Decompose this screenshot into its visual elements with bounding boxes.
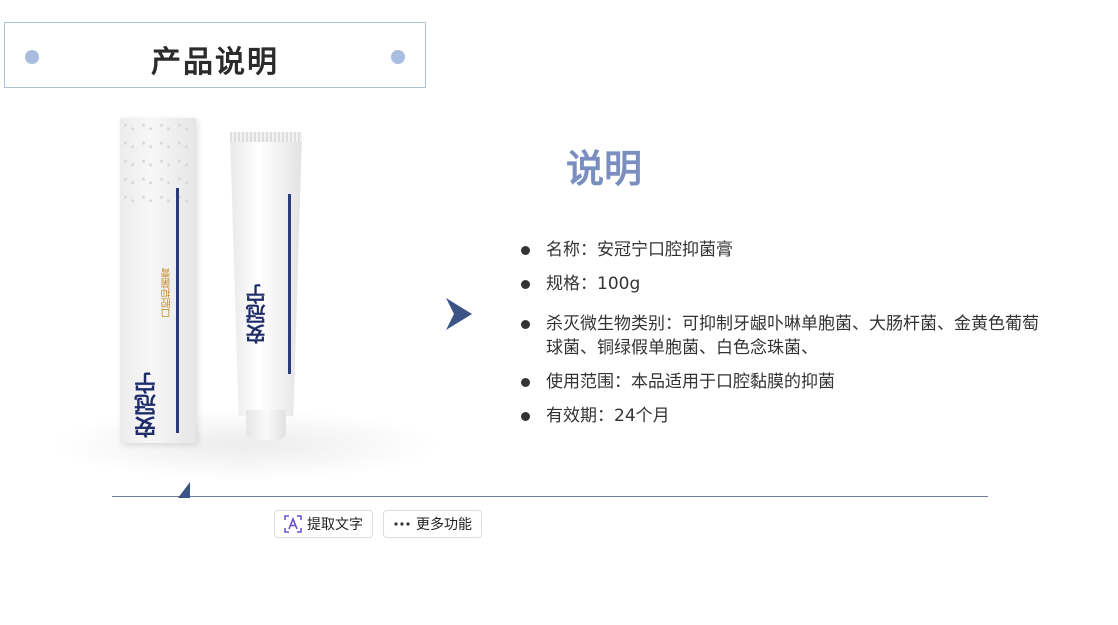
tube-stripe [288, 194, 291, 374]
box-stripe [176, 188, 179, 433]
extract-text-label: 提取文字 [307, 517, 363, 533]
tube-cap [246, 410, 286, 440]
title-dot-right [391, 50, 405, 64]
bottom-divider [112, 496, 988, 497]
more-dots-icon [394, 522, 410, 526]
list-item: 名称：安冠宁口腔抑菌膏 [520, 238, 1040, 262]
tube-brand: 安冠宁 [245, 284, 269, 344]
more-functions-button[interactable]: 更多功能 [383, 510, 482, 538]
tube-crimp [230, 132, 302, 142]
floating-toolbar: 提取文字 更多功能 [274, 510, 482, 538]
list-item: 有效期：24个月 [520, 404, 1040, 428]
text-extract-icon [284, 515, 302, 533]
more-functions-label: 更多功能 [416, 517, 472, 533]
item-text: 规格：100g [546, 274, 641, 294]
spec-list: 名称：安冠宁口腔抑菌膏 规格：100g 杀灭微生物类别：可抑制牙龈卟啉单胞菌、大… [520, 238, 1040, 438]
product-shadow [50, 410, 440, 480]
product-tube: 安冠宁 [230, 134, 302, 416]
hex-pattern [120, 118, 196, 208]
bullet-icon [521, 320, 530, 329]
item-text: 杀灭微生物类别：可抑制牙龈卟啉单胞菌、大肠杆菌、金黄色葡萄球菌、铜绿假单胞菌、白… [546, 314, 1039, 358]
list-item: 规格：100g [520, 272, 1040, 296]
box-brand: 安冠宁 [135, 372, 160, 438]
triangle-marker-icon [178, 482, 190, 498]
bullet-icon [521, 280, 530, 289]
bullet-icon [521, 378, 530, 387]
list-item: 杀灭微生物类别：可抑制牙龈卟啉单胞菌、大肠杆菌、金黄色葡萄球菌、铜绿假单胞菌、白… [520, 312, 1040, 360]
box-subtitle: 口腔抑菌膏 [162, 268, 173, 318]
title-box: 产品说明 [4, 22, 426, 88]
product-box: 口腔抑菌膏 安冠宁 [120, 118, 196, 443]
item-text: 有效期：24个月 [546, 406, 670, 426]
bullet-icon [521, 246, 530, 255]
extract-text-button[interactable]: 提取文字 [274, 510, 373, 538]
bullet-icon [521, 412, 530, 421]
page-title: 产品说明 [151, 45, 279, 80]
play-arrow-icon [446, 298, 472, 330]
list-item: 使用范围：本品适用于口腔黏膜的抑菌 [520, 370, 1040, 394]
section-heading: 说明 [566, 147, 643, 191]
product-image: 口腔抑菌膏 安冠宁 安冠宁 [40, 110, 440, 500]
item-text: 使用范围：本品适用于口腔黏膜的抑菌 [546, 372, 835, 392]
item-text: 名称：安冠宁口腔抑菌膏 [546, 240, 733, 260]
